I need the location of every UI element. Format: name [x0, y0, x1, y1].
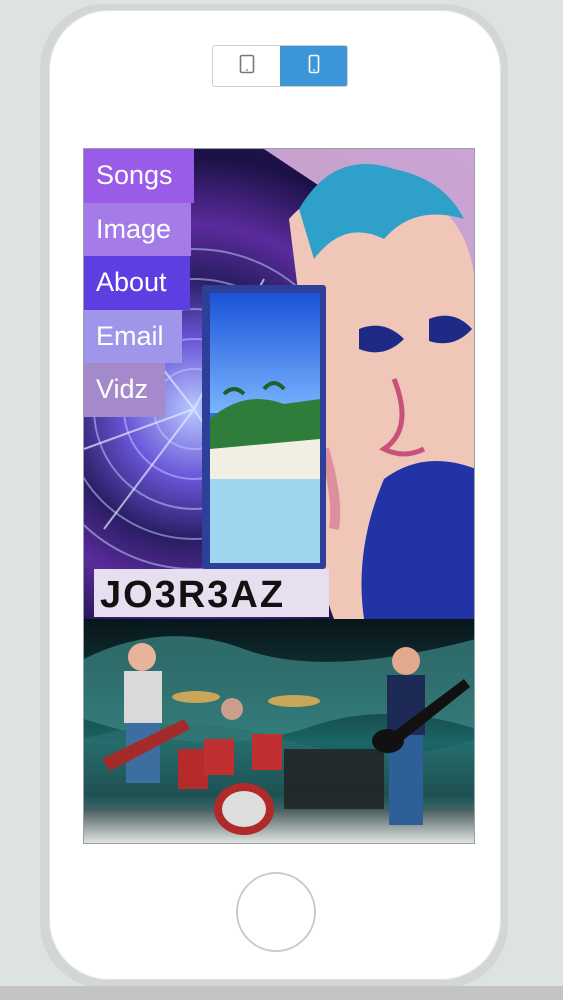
nav-email[interactable]: Email [84, 309, 182, 363]
nav-vidz[interactable]: Vidz [84, 363, 165, 417]
nav-about[interactable]: About [84, 256, 190, 310]
phone-icon [308, 54, 320, 79]
view-toggle [212, 45, 348, 87]
tablet-view-button[interactable] [213, 46, 280, 86]
phone-home-button [236, 872, 316, 952]
phone-screen: Songs Image About Email Vidz JO3R3AZ [83, 148, 475, 844]
bottom-edge-bar [0, 986, 563, 1000]
band-photo [84, 619, 474, 843]
nav-songs[interactable]: Songs [84, 149, 194, 203]
tablet-icon [239, 54, 255, 79]
main-nav: Songs Image About Email Vidz [84, 149, 194, 417]
phone-view-button[interactable] [280, 46, 347, 86]
device-preview: Songs Image About Email Vidz JO3R3AZ [0, 0, 563, 1000]
svg-text:JO3R3AZ: JO3R3AZ [100, 574, 285, 616]
nav-image[interactable]: Image [84, 202, 191, 256]
band-logo: JO3R3AZ [94, 569, 329, 617]
